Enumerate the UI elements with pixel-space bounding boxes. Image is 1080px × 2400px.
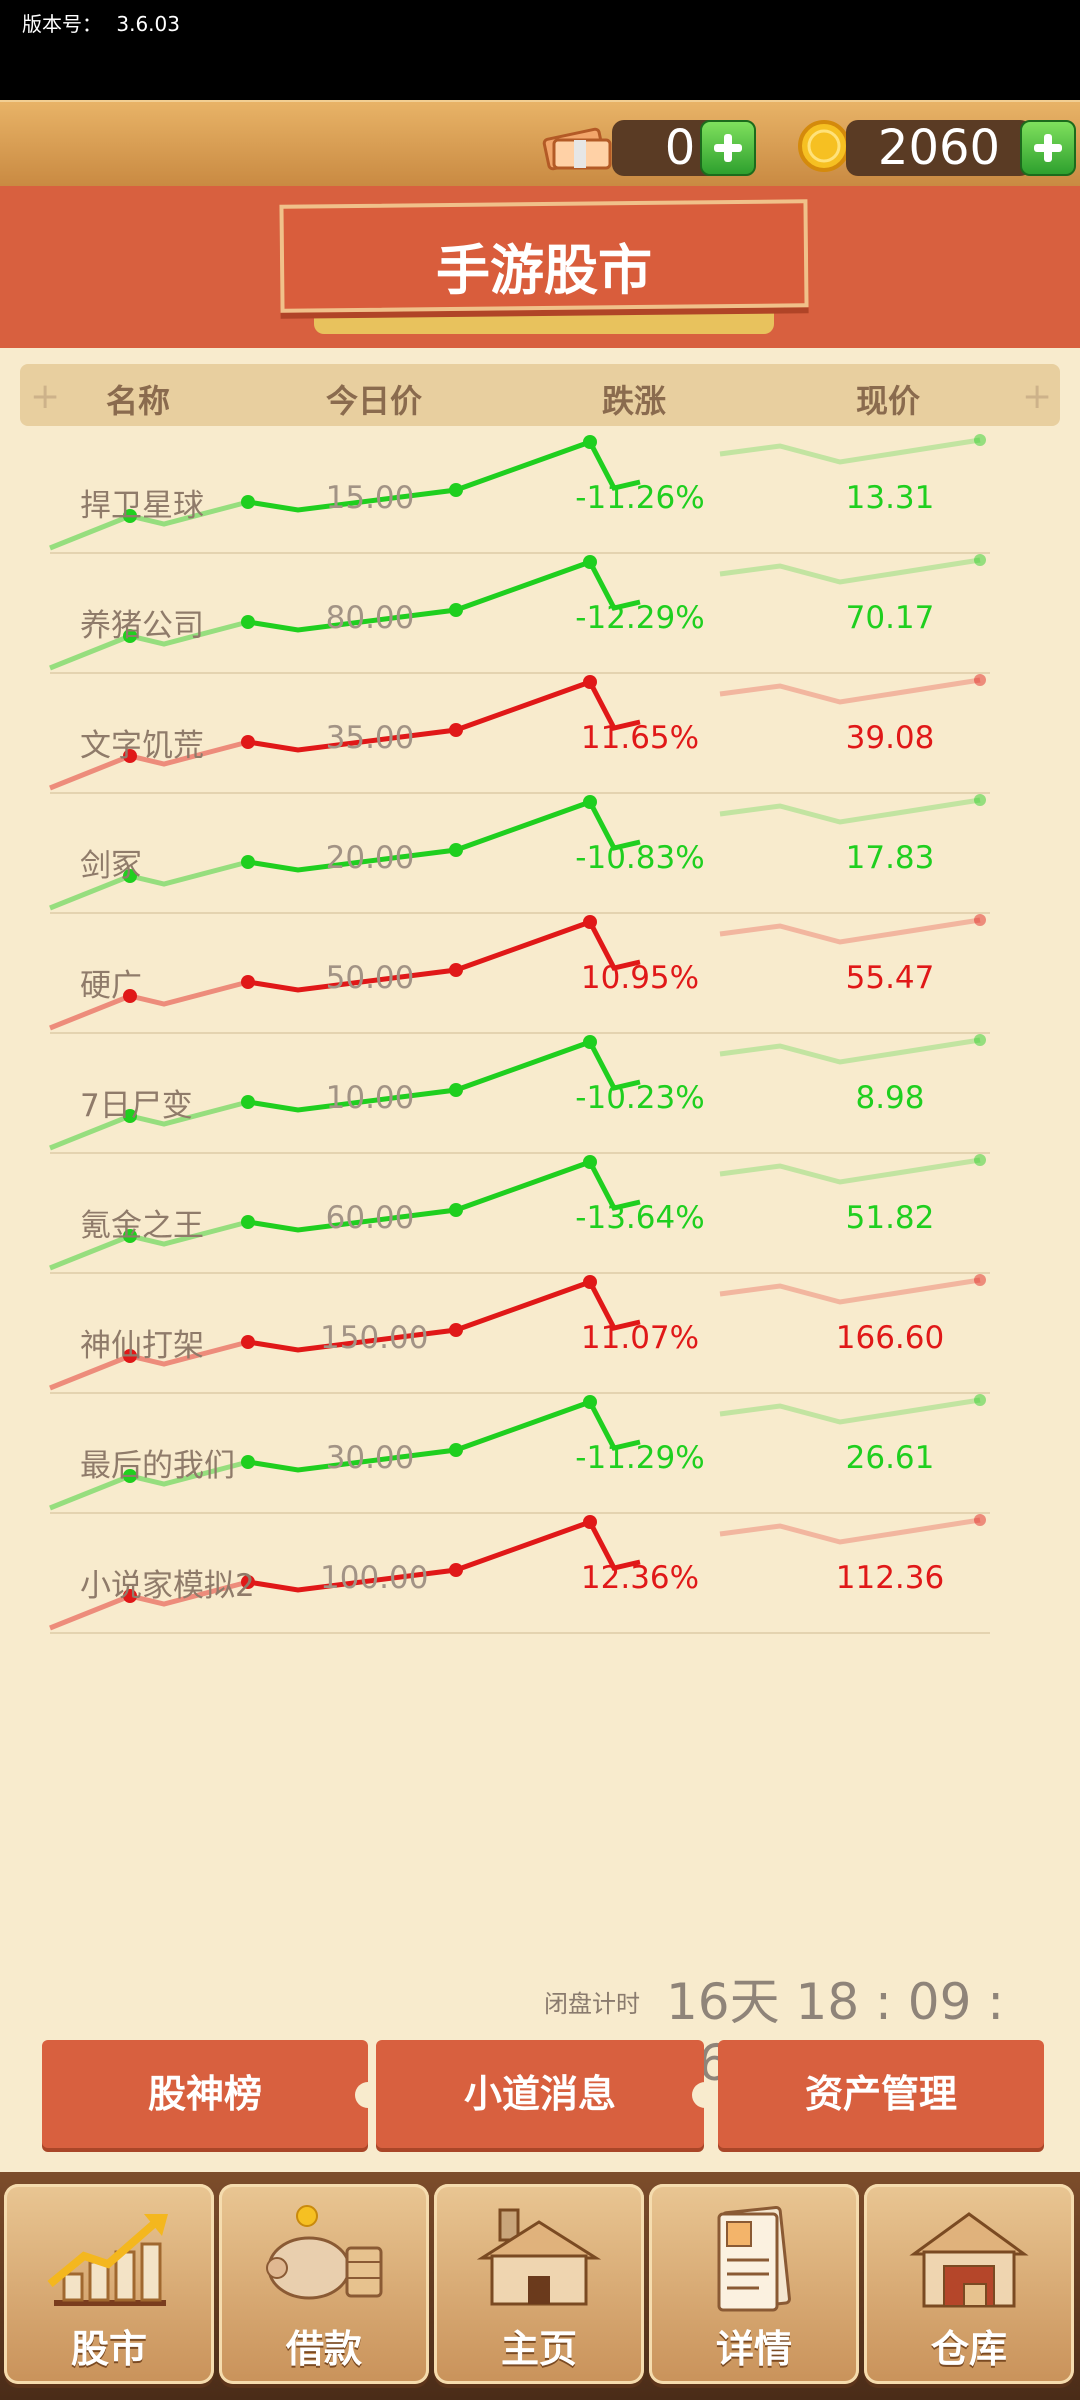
table-row[interactable]: [50, 672, 990, 792]
table-row[interactable]: [50, 432, 990, 552]
table-row[interactable]: [50, 1152, 990, 1272]
column-change: 跌涨: [602, 382, 667, 420]
table-row[interactable]: [50, 1512, 990, 1632]
table-row[interactable]: [50, 552, 990, 672]
rank-button[interactable]: 股神榜: [42, 2040, 368, 2148]
column-current-price: 现价: [856, 382, 921, 420]
add-coins-button[interactable]: [1020, 120, 1076, 176]
nav-tab-loan[interactable]: 借款: [219, 2184, 429, 2384]
column-today-price: 今日价: [326, 382, 423, 420]
left-plus-icon: +: [30, 376, 61, 417]
nav-tab-details[interactable]: 详情: [649, 2184, 859, 2384]
nav-tab-market[interactable]: 股市: [4, 2184, 214, 2384]
table-row[interactable]: [50, 1392, 990, 1512]
button-connector: [692, 2082, 718, 2108]
cash-icon: [542, 127, 612, 171]
stock-chart-icon: [47, 2214, 168, 2306]
page-title: 手游股市: [436, 239, 652, 302]
add-cash-button[interactable]: [700, 120, 756, 176]
right-plus-icon: +: [1022, 376, 1053, 417]
nav-label-warehouse: 仓库: [930, 2327, 1007, 2371]
table-row[interactable]: [50, 792, 990, 912]
coin-icon: [798, 120, 850, 172]
countdown-label: 闭盘计时: [544, 1990, 640, 2018]
version-value: 3.6.03: [116, 12, 180, 36]
nav-label-market: 股市: [70, 2327, 147, 2371]
version-label: 版本号：: [22, 12, 102, 36]
table-row[interactable]: [50, 1032, 990, 1152]
nav-label-home: 主页: [500, 2327, 577, 2371]
news-button[interactable]: 小道消息: [376, 2040, 704, 2148]
nav-tab-warehouse[interactable]: 仓库: [864, 2184, 1074, 2384]
nav-label-loan: 借款: [285, 2327, 362, 2371]
piggy-bank-icon: [266, 2205, 383, 2300]
table-row[interactable]: [50, 1272, 990, 1392]
row-divider: [50, 1632, 990, 1634]
warehouse-icon: [909, 2212, 1029, 2308]
version-text: 版本号： 3.6.03: [22, 8, 180, 37]
house-icon: [476, 2208, 602, 2306]
column-name: 名称: [106, 382, 171, 420]
profile-card-icon: [717, 2206, 791, 2312]
table-row[interactable]: [50, 912, 990, 1032]
asset-management-button[interactable]: 资产管理: [718, 2040, 1044, 2148]
nav-tab-home[interactable]: 主页: [434, 2184, 644, 2384]
nav-label-details: 详情: [715, 2327, 792, 2371]
coin-amount: 2060: [846, 120, 1032, 176]
